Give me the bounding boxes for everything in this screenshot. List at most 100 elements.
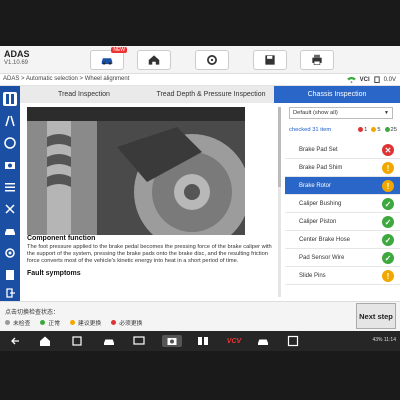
home-button[interactable] (137, 50, 171, 70)
check-icon[interactable]: ✓ (382, 252, 394, 264)
car-icon (104, 339, 114, 345)
diag-shortcut[interactable] (256, 335, 270, 347)
sidebar-item-list[interactable] (3, 180, 17, 194)
tab-tread-depth-pressure[interactable]: Tread Depth & Pressure Inspection (148, 86, 274, 103)
legend-unchecked: 未检查 (5, 318, 30, 327)
warning-icon[interactable]: ! (382, 162, 394, 174)
save-icon (265, 55, 275, 65)
document-icon (6, 270, 14, 280)
list-icon (5, 183, 15, 192)
inspection-items-panel: Default (show all) ▼ checked 31 item 1 5… (285, 103, 400, 301)
camera-icon (5, 162, 15, 169)
check-icon[interactable]: ✓ (382, 198, 394, 210)
scrollbar-thumb[interactable] (278, 107, 281, 187)
sidebar-item-report[interactable] (3, 268, 17, 282)
green-count: 25 (384, 127, 397, 133)
sensor-icon (5, 248, 15, 258)
content-scrollbar[interactable] (278, 107, 281, 297)
status-legend: 未检查 正常 建议更换 必须更换 (5, 318, 142, 327)
voltage-readout: 0.0V (383, 76, 396, 83)
list-item[interactable]: Caliper Piston ✓ (285, 213, 400, 231)
exit-icon (6, 288, 15, 298)
check-icon[interactable]: ✓ (382, 216, 394, 228)
back-button[interactable] (8, 335, 22, 347)
component-function-title: Component function (27, 235, 96, 242)
list-item[interactable]: Slide Pins! (285, 267, 400, 285)
warning-icon[interactable]: ! (382, 180, 394, 192)
display-shortcut[interactable] (132, 335, 146, 347)
list-item[interactable]: Center Brake Hose ✓ (285, 231, 400, 249)
tools-icon (5, 204, 15, 214)
split-icon (198, 337, 208, 345)
list-item[interactable]: Brake Pad Shim! (285, 159, 400, 177)
list-item[interactable]: Brake Rotor! (285, 177, 400, 195)
print-icon (312, 54, 322, 65)
home-icon (148, 55, 160, 65)
recents-icon (72, 336, 82, 346)
home-icon (40, 336, 50, 346)
lane-icon (5, 115, 15, 127)
legend-normal: 正常 (40, 318, 60, 327)
filter-dropdown-value: Default (show all) (293, 110, 338, 116)
system-nav-bar: VCV 43% 11:14 (0, 331, 400, 351)
recents-button[interactable] (70, 335, 84, 347)
check-icon[interactable]: ✓ (382, 234, 394, 246)
device-frame: ADAS V1.10.69 NEW ADAS > Automatic selec… (0, 0, 400, 400)
new-badge: NEW (111, 47, 127, 53)
split-screen-button[interactable] (196, 335, 210, 347)
camera-icon (167, 338, 177, 345)
vcv-shortcut[interactable]: VCV (222, 335, 246, 347)
screenshot-button[interactable] (162, 335, 182, 347)
checked-summary: checked 31 item 1 5 25 (289, 127, 399, 137)
list-item[interactable]: Caliper Bushing ✓ (285, 195, 400, 213)
sidebar-item-tools[interactable] (3, 202, 17, 216)
app-version: V1.10.69 (4, 60, 29, 66)
warning-icon[interactable]: ! (382, 270, 394, 282)
filter-dropdown[interactable]: Default (show all) ▼ (289, 107, 393, 119)
legend-suggest-replace: 建议更换 (70, 318, 101, 327)
settings-button[interactable] (195, 50, 229, 70)
list-item[interactable]: Brake Pad Set ✕ (285, 141, 400, 159)
tab-tread-inspection[interactable]: Tread Inspection (20, 86, 148, 103)
app-title: ADAS (4, 49, 30, 59)
wrench-icon[interactable]: ✕ (382, 144, 394, 156)
print-button[interactable] (300, 50, 334, 70)
car-icon (5, 229, 15, 235)
brake-rotor-photo (27, 107, 245, 235)
status-indicators: VCI 0.0V (346, 76, 396, 83)
save-button[interactable] (253, 50, 287, 70)
back-arrow-icon (11, 337, 19, 345)
gear-icon (207, 55, 217, 65)
car-icon (258, 339, 268, 345)
vehicle-button[interactable]: NEW (90, 47, 127, 70)
wheel-alignment-icon (6, 94, 14, 104)
breadcrumb-bar: ADAS > Automatic selection > Wheel align… (0, 74, 400, 86)
window-shortcut[interactable] (286, 335, 300, 347)
car-icon (101, 58, 113, 65)
sidebar-item-exit[interactable] (3, 286, 17, 300)
yellow-count: 5 (371, 127, 381, 133)
list-item[interactable]: Pad Sensor Wire ✓ (285, 249, 400, 267)
status-counts: 1 5 25 (358, 127, 397, 133)
top-toolbar: ADAS V1.10.69 NEW (0, 46, 400, 74)
sidebar-item-vehicle[interactable] (3, 224, 17, 238)
home-nav-button[interactable] (38, 335, 52, 347)
sidebar-item-sensor[interactable] (3, 246, 17, 260)
checked-count-label: checked 31 item (289, 127, 332, 133)
sidebar-item-alignment[interactable] (3, 92, 17, 106)
sidebar-item-lane[interactable] (3, 114, 17, 128)
inspection-item-list: Brake Pad Set ✕ Brake Pad Shim! Brake Rot… (285, 141, 400, 285)
fault-symptoms-title: Fault symptoms (27, 270, 81, 277)
brake-assembly-image (27, 107, 245, 235)
sidebar-item-tire[interactable] (3, 136, 17, 150)
sidebar-item-camera[interactable] (3, 158, 17, 172)
breadcrumb: ADAS > Automatic selection > Wheel align… (3, 76, 130, 82)
next-step-button[interactable]: Next step (356, 303, 396, 329)
chevron-down-icon: ▼ (384, 110, 389, 116)
tire-icon (4, 137, 16, 149)
component-function-text: The foot pressure applied to the brake p… (27, 244, 272, 264)
vehicle-shortcut[interactable] (102, 335, 116, 347)
tab-chassis-inspection[interactable]: Chassis Inspection (274, 86, 400, 103)
status-hint: 点击切换检查状态： (5, 310, 60, 316)
wifi-icon (346, 76, 356, 83)
